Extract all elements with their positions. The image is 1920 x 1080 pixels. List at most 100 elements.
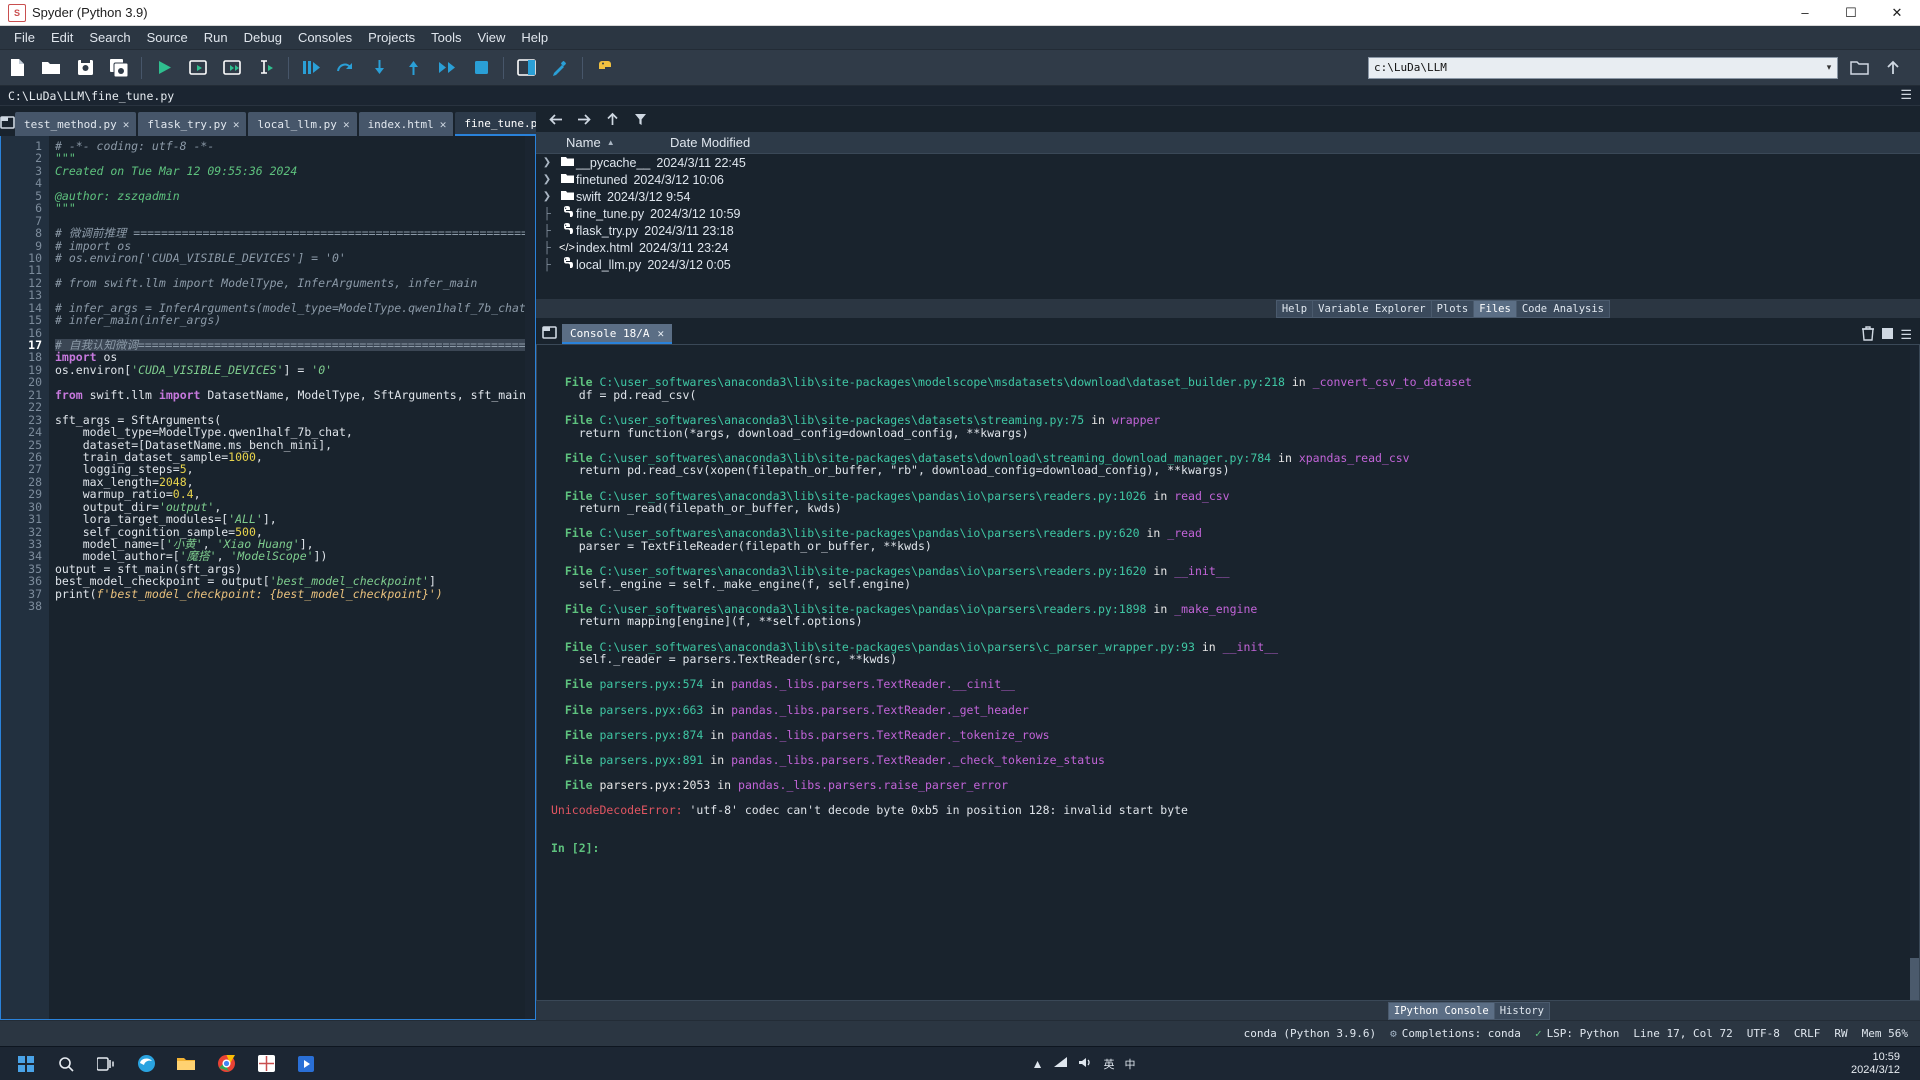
debug-step-into-icon[interactable] bbox=[362, 53, 396, 83]
debug-step-over-icon[interactable] bbox=[328, 53, 362, 83]
chrome-icon[interactable] bbox=[206, 1049, 246, 1079]
task-view-icon[interactable] bbox=[86, 1049, 126, 1079]
file-explorer-icon[interactable] bbox=[166, 1049, 206, 1079]
chevron-up-icon[interactable]: ▲ bbox=[1032, 1057, 1044, 1071]
open-file-icon[interactable] bbox=[34, 53, 68, 83]
edge-icon[interactable] bbox=[126, 1049, 166, 1079]
close-icon[interactable]: ✕ bbox=[440, 118, 447, 131]
taskbar-clock[interactable]: 10:59 2024/3/12 bbox=[1851, 1051, 1914, 1077]
editor-tab-flask-try[interactable]: flask_try.py ✕ bbox=[138, 112, 247, 136]
scrollbar-thumb[interactable] bbox=[1910, 958, 1919, 1000]
editor-tab-index-html[interactable]: index.html ✕ bbox=[358, 112, 454, 136]
preferences-icon[interactable] bbox=[543, 53, 577, 83]
undock-pane-icon[interactable] bbox=[536, 320, 562, 344]
pane-tab-variable-explorer[interactable]: Variable Explorer bbox=[1312, 299, 1432, 318]
network-icon[interactable] bbox=[1053, 1056, 1068, 1071]
run-cell-advance-icon[interactable] bbox=[215, 53, 249, 83]
code-text[interactable]: # -*- coding: utf-8 -*- """ Created on Tue… bbox=[49, 136, 535, 1019]
save-all-icon[interactable] bbox=[102, 53, 136, 83]
menu-edit[interactable]: Edit bbox=[43, 27, 81, 48]
editor-vertical-scrollbar[interactable] bbox=[525, 136, 535, 1019]
menu-debug[interactable]: Debug bbox=[236, 27, 290, 48]
new-file-icon[interactable] bbox=[0, 53, 34, 83]
menu-tools[interactable]: Tools bbox=[423, 27, 469, 48]
options-menu-icon[interactable]: ☰ bbox=[1900, 327, 1912, 343]
expand-arrow-icon[interactable]: ❯ bbox=[536, 157, 558, 168]
debug-step-out-icon[interactable] bbox=[396, 53, 430, 83]
menu-help[interactable]: Help bbox=[513, 27, 556, 48]
file-row[interactable]: ├ fine_tune.py 2024/3/12 10:59 bbox=[536, 205, 1920, 222]
file-row[interactable]: ├ flask_try.py 2024/3/11 23:18 bbox=[536, 222, 1920, 239]
close-icon[interactable]: ✕ bbox=[233, 118, 240, 131]
chevron-down-icon[interactable]: ▾ bbox=[1821, 62, 1837, 73]
minimize-button[interactable]: – bbox=[1782, 0, 1828, 25]
run-file-icon[interactable] bbox=[147, 53, 181, 83]
close-button[interactable]: ✕ bbox=[1874, 0, 1920, 25]
file-row[interactable]: ❯ swift 2024/3/12 9:54 bbox=[536, 188, 1920, 205]
pane-tab-plots[interactable]: Plots bbox=[1430, 299, 1475, 318]
menu-run[interactable]: Run bbox=[196, 27, 236, 48]
close-icon[interactable]: ✕ bbox=[343, 118, 350, 131]
console-vertical-scrollbar[interactable] bbox=[1910, 345, 1919, 1000]
parent-directory-icon[interactable] bbox=[600, 108, 624, 130]
pane-tab-history[interactable]: History bbox=[1493, 1001, 1550, 1020]
debug-file-icon[interactable] bbox=[294, 53, 328, 83]
save-file-icon[interactable] bbox=[68, 53, 102, 83]
line-number: 34 bbox=[28, 549, 42, 564]
editor-tab-local-llm[interactable]: local_llm.py ✕ bbox=[248, 112, 357, 136]
file-row[interactable]: ├ local_llm.py 2024/3/12 0:05 bbox=[536, 256, 1920, 273]
spyder-icon[interactable] bbox=[246, 1049, 286, 1079]
stop-debug-icon[interactable] bbox=[464, 53, 498, 83]
trash-icon[interactable] bbox=[1861, 326, 1875, 344]
run-cell-icon[interactable] bbox=[181, 53, 215, 83]
pane-tab-code-analysis[interactable]: Code Analysis bbox=[1515, 299, 1610, 318]
maximize-button[interactable]: ☐ bbox=[1828, 0, 1874, 25]
menu-consoles[interactable]: Consoles bbox=[290, 27, 360, 48]
files-column-name[interactable]: Name ▲ bbox=[536, 135, 666, 150]
search-icon[interactable] bbox=[46, 1049, 86, 1079]
stop-icon[interactable] bbox=[1881, 327, 1894, 343]
file-row[interactable]: ❯ __pycache__ 2024/3/11 22:45 bbox=[536, 154, 1920, 171]
file-row[interactable]: ❯ finetuned 2024/3/12 10:06 bbox=[536, 171, 1920, 188]
debug-continue-icon[interactable] bbox=[430, 53, 464, 83]
media-player-icon[interactable] bbox=[286, 1049, 326, 1079]
working-directory-input[interactable] bbox=[1369, 61, 1821, 74]
close-icon[interactable]: ✕ bbox=[657, 327, 664, 340]
menu-file[interactable]: File bbox=[6, 27, 43, 48]
menu-source[interactable]: Source bbox=[139, 27, 196, 48]
code-editor[interactable]: 1 2 3 4 5 6 7 8 9 10 11 12 13 14 15 16 17 18 19 20 21 22 23 24 2… bbox=[0, 136, 536, 1020]
editor-tab-test-method[interactable]: test_method.py ✕ bbox=[15, 112, 137, 136]
close-icon[interactable]: ✕ bbox=[123, 118, 130, 131]
menu-view[interactable]: View bbox=[469, 27, 513, 48]
menu-projects[interactable]: Projects bbox=[360, 27, 423, 48]
volume-icon[interactable] bbox=[1078, 1056, 1093, 1072]
file-date: 2024/3/12 9:54 bbox=[607, 189, 691, 204]
hamburger-menu-icon[interactable]: ☰ bbox=[1900, 88, 1912, 103]
file-row[interactable]: ├ </> index.html 2024/3/11 23:24 bbox=[536, 239, 1920, 256]
start-icon[interactable] bbox=[6, 1049, 46, 1079]
console-tab[interactable]: Console 18/A ✕ bbox=[562, 324, 673, 344]
expand-arrow-icon[interactable]: ❯ bbox=[536, 174, 558, 185]
forward-icon[interactable] bbox=[572, 108, 596, 130]
files-list[interactable]: ❯ __pycache__ 2024/3/11 22:45 ❯ finetuned 202… bbox=[536, 154, 1920, 299]
working-directory-combo[interactable]: ▾ bbox=[1368, 56, 1838, 79]
back-icon[interactable] bbox=[544, 108, 568, 130]
line-number: 13 bbox=[28, 288, 42, 303]
menu-search[interactable]: Search bbox=[81, 27, 138, 48]
filter-icon[interactable] bbox=[628, 108, 652, 130]
pane-tab-help[interactable]: Help bbox=[1275, 299, 1314, 318]
console-prompt[interactable]: In [2]: bbox=[551, 842, 1919, 855]
run-selection-icon[interactable] bbox=[249, 53, 283, 83]
maximize-pane-icon[interactable] bbox=[509, 53, 543, 83]
ime-icon-CN[interactable]: 中 bbox=[1124, 1056, 1135, 1072]
pane-tab-files[interactable]: Files bbox=[1473, 299, 1517, 318]
pythonpath-manager-icon[interactable] bbox=[588, 53, 622, 83]
pane-tab-ipython-console[interactable]: IPython Console bbox=[1387, 1001, 1495, 1020]
console-output[interactable]: File C:\user_softwares\anaconda3\lib\sit… bbox=[536, 344, 1920, 1001]
browse-folder-icon[interactable] bbox=[1842, 53, 1876, 83]
expand-arrow-icon[interactable]: ❯ bbox=[536, 191, 558, 202]
undock-pane-icon[interactable] bbox=[0, 108, 15, 136]
files-column-date[interactable]: Date Modified bbox=[666, 135, 750, 150]
parent-folder-icon[interactable] bbox=[1876, 53, 1910, 83]
ime-icon-EN[interactable]: 英 bbox=[1103, 1056, 1114, 1072]
